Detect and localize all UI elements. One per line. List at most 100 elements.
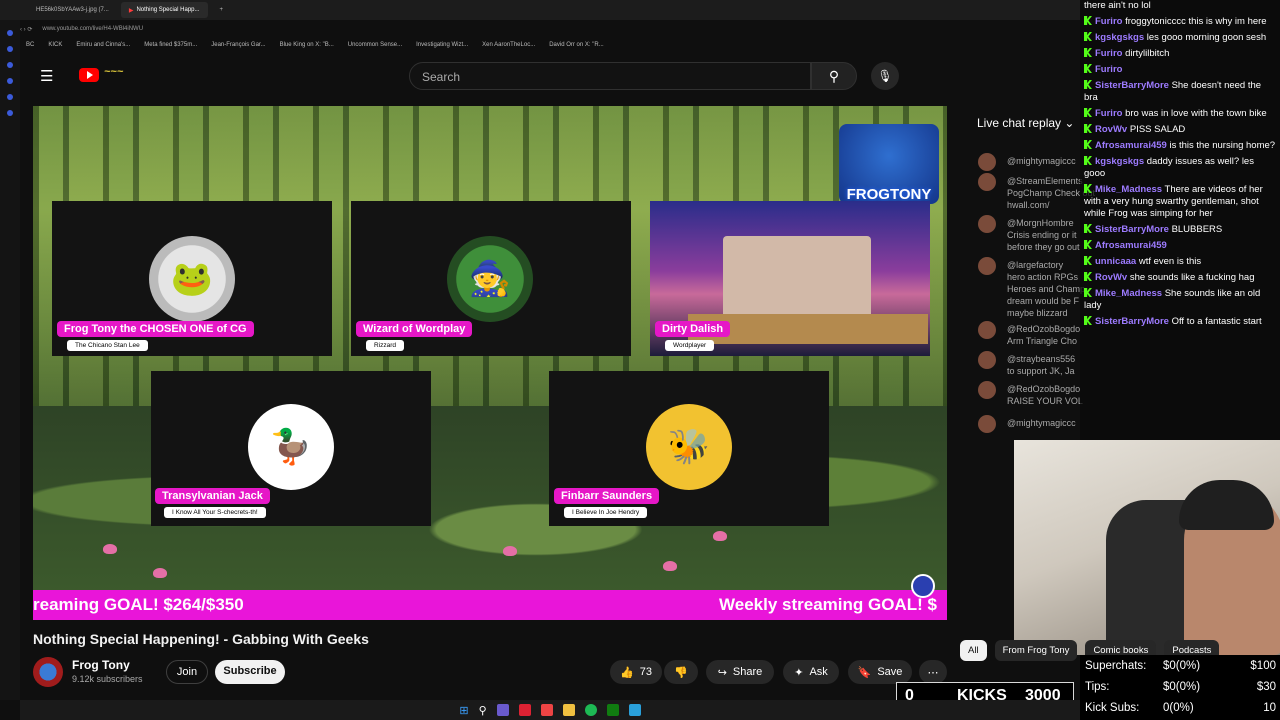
sidebar-app-icon[interactable] [7,62,13,68]
stat-value: $0(0%) [1163,660,1201,672]
more-icon: ⋯ [927,666,939,679]
overlay-chat-text: there ain't no lol [1084,0,1151,11]
ask-button[interactable]: ✦ Ask [783,660,839,684]
kick-badge-icon [1084,316,1092,325]
guest-name-tag: Frog Tony the CHOSEN ONE of CG [57,321,254,337]
kick-badge-icon [1084,288,1092,297]
chat-avatar[interactable] [978,153,996,171]
bookmark-item[interactable]: David Orr on X: "R... [549,42,603,48]
windows-start-icon[interactable]: ⊞ [459,704,468,717]
share-button[interactable]: ↪ Share [706,660,774,684]
telegram-icon[interactable] [628,704,641,716]
save-button[interactable]: 🔖 Save [848,660,912,684]
overlay-chat-text: Off to a fantastic start [1171,316,1262,327]
overlay-chat-user: Afrosamurai459 [1095,140,1167,151]
channel-avatar[interactable] [33,657,63,687]
app-icon[interactable] [518,704,531,716]
tab-youtube[interactable]: ▶ Nothing Special Happ... [120,2,208,18]
stat-value: $0(0%) [1163,681,1201,693]
overlay-chat-message: Furiro froggytonicccc this is why im her… [1084,16,1276,28]
overlay-chat-text: dirtylilbitch [1125,48,1170,59]
video-player[interactable]: FROGTONY 🐸 Frog Tony the CHOSEN ONE of C… [33,106,947,620]
bookmark-item[interactable]: Uncommon Sense... [348,42,402,48]
overlay-chat-message: Furiro [1084,64,1276,76]
bookmark-item[interactable]: Emiru and Cinna's... [76,42,130,48]
chat-avatar[interactable] [978,321,996,339]
browser-sidebar [0,20,20,700]
sidebar-app-icon[interactable] [7,78,13,84]
address-bar[interactable]: ‹ › ⟳ www.youtube.com/live/H4-WBl4iNWU [20,20,1080,38]
hamburger-menu-icon[interactable]: ☰ [40,67,53,85]
overlay-chat-user: Afrosamurai459 [1095,240,1167,251]
browser-tab-bar: HE56k0SbYAAw3-j.jpg (7... ▶ Nothing Speci… [0,0,1080,20]
youtube-logo-icon[interactable] [79,68,99,82]
overlay-chat-user: RovWv [1095,124,1128,135]
chip-from-channel[interactable]: From Frog Tony [994,639,1078,661]
overlay-chat-user: SisterBarryMore [1095,316,1169,327]
overlay-chat-user: RovWv [1095,272,1128,283]
lily-flower [663,561,677,571]
kick-badge-icon [1084,140,1092,149]
bookmark-item[interactable]: Xen AaronTheLoc... [482,42,535,48]
chat-avatar[interactable] [978,257,996,275]
headphones [1179,480,1274,530]
overlay-chat-message: Afrosamurai459 [1084,240,1276,252]
chat-avatar[interactable] [978,173,996,191]
spotify-icon[interactable] [584,704,597,716]
like-button[interactable]: 👍 73 [610,660,662,684]
mic-icon: 🎙 [877,69,893,83]
sidebar-app-icon[interactable] [7,46,13,52]
app-icon[interactable] [496,704,509,716]
kick-badge-icon [1084,80,1092,89]
url-text[interactable]: www.youtube.com/live/H4-WBl4iNWU [42,26,143,32]
search-input[interactable]: Search [409,62,811,90]
bookmark-item[interactable]: Investigating Wizt... [416,42,468,48]
player-icon[interactable] [911,574,935,598]
join-button[interactable]: Join [166,660,208,684]
overlay-chat-user: Furiro [1095,48,1123,59]
stat-goal: $100 [1250,660,1276,672]
chat-avatar[interactable] [978,381,996,399]
overlay-chat-message: there ain't no lol [1084,0,1276,12]
sidebar-app-icon[interactable] [7,30,13,36]
stat-label: Superchats: [1085,660,1147,672]
overlay-chat-message: RovWv PISS SALAD [1084,124,1276,136]
duck-avatar: 🦆 [248,404,334,490]
overlay-chat-message: Mike_Madness There are videos of her wit… [1084,184,1276,220]
bookmark-item[interactable]: Blue King on X: "B... [280,42,334,48]
live-chat-header[interactable]: Live chat replay ⌄ [977,116,1074,130]
guest-name-tag: Transylvanian Jack [155,488,270,504]
tab-image[interactable]: HE56k0SbYAAw3-j.jpg (7... [28,2,117,18]
overlay-chat-user: kgskgskgs [1095,156,1145,167]
nav-arrows-icon[interactable]: ‹ › ⟳ [20,26,32,33]
sidebar-app-icon[interactable] [7,110,13,116]
goal-stats: Superchats: $0(0%) $100 Tips: $0(0%) $30 Kic… [1080,655,1280,720]
kick-badge-icon [1084,240,1092,249]
bookmark-item[interactable]: Jean-François Gar... [211,42,265,48]
bookmark-item[interactable]: BC [26,42,34,48]
guest-name-tag: Wizard of Wordplay [356,321,473,337]
chat-avatar[interactable] [978,415,996,433]
kick-badge-icon [1084,48,1092,57]
overlay-chat-text: froggytonicccc this is why im here [1125,16,1267,27]
subscribe-button[interactable]: Subscribe [215,660,285,684]
bookmark-item[interactable]: KICK [48,42,62,48]
chat-avatar[interactable] [978,351,996,369]
channel-name[interactable]: Frog Tony [72,658,130,672]
search-icon[interactable]: ⚲ [479,704,487,717]
browser-icon[interactable] [540,704,553,716]
chat-avatar[interactable] [978,215,996,233]
overlay-chat-message: RovWv she sounds like a fucking hag [1084,272,1276,284]
bookmark-item[interactable]: Meta fined $375m... [144,42,197,48]
dislike-button[interactable]: 👎 [664,660,698,684]
mic-button[interactable]: 🎙 [871,62,899,90]
folder-icon[interactable] [562,704,575,716]
chip-all[interactable]: All [960,639,987,661]
sidebar-app-icon[interactable] [7,94,13,100]
xbox-icon[interactable] [606,704,619,716]
new-tab-button[interactable]: + [212,2,232,18]
lily-flower [103,544,117,554]
search-button[interactable]: ⚲ [811,62,857,90]
more-options-button[interactable]: ⋯ [919,660,947,684]
search-placeholder: Search [422,70,461,84]
